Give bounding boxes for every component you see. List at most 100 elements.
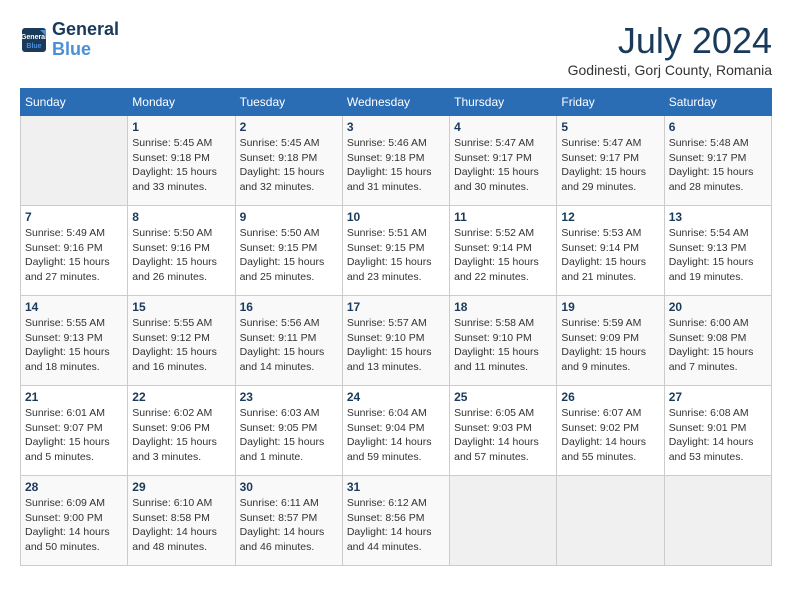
logo-line2: Blue bbox=[52, 40, 119, 60]
day-info: Sunrise: 5:55 AM Sunset: 9:12 PM Dayligh… bbox=[132, 316, 230, 375]
calendar-cell: 6 Sunrise: 5:48 AM Sunset: 9:17 PM Daylig… bbox=[664, 116, 771, 206]
day-info: Sunrise: 5:47 AM Sunset: 9:17 PM Dayligh… bbox=[454, 136, 552, 195]
calendar-cell bbox=[450, 476, 557, 566]
day-number: 25 bbox=[454, 390, 552, 404]
calendar-cell: 13 Sunrise: 5:54 AM Sunset: 9:13 PM Dayli… bbox=[664, 206, 771, 296]
calendar-cell: 26Sunrise: 6:07 AM Sunset: 9:02 PM Dayli… bbox=[557, 386, 664, 476]
calendar-cell: 30 Sunrise: 6:11 AM Sunset: 8:57 PM Dayli… bbox=[235, 476, 342, 566]
calendar-cell bbox=[21, 116, 128, 206]
day-info: Sunrise: 6:01 AM Sunset: 9:07 PM Dayligh… bbox=[25, 406, 123, 465]
day-info: Sunrise: 5:48 AM Sunset: 9:17 PM Dayligh… bbox=[669, 136, 767, 195]
day-number: 12 bbox=[561, 210, 659, 224]
calendar-cell: 12 Sunrise: 5:53 AM Sunset: 9:14 PM Dayli… bbox=[557, 206, 664, 296]
day-number: 3 bbox=[347, 120, 445, 134]
day-info: Sunrise: 5:54 AM Sunset: 9:13 PM Dayligh… bbox=[669, 226, 767, 285]
calendar-cell: 25Sunrise: 6:05 AM Sunset: 9:03 PM Dayli… bbox=[450, 386, 557, 476]
day-number: 11 bbox=[454, 210, 552, 224]
day-number: 16 bbox=[240, 300, 338, 314]
month-title: July 2024 bbox=[568, 20, 772, 62]
day-info: Sunrise: 5:53 AM Sunset: 9:14 PM Dayligh… bbox=[561, 226, 659, 285]
day-number: 4 bbox=[454, 120, 552, 134]
day-number: 6 bbox=[669, 120, 767, 134]
day-number: 30 bbox=[240, 480, 338, 494]
day-info: Sunrise: 5:45 AM Sunset: 9:18 PM Dayligh… bbox=[240, 136, 338, 195]
calendar-cell: 7 Sunrise: 5:49 AM Sunset: 9:16 PM Daylig… bbox=[21, 206, 128, 296]
day-info: Sunrise: 6:08 AM Sunset: 9:01 PM Dayligh… bbox=[669, 406, 767, 465]
calendar-cell bbox=[664, 476, 771, 566]
day-number: 20 bbox=[669, 300, 767, 314]
calendar-cell: 11 Sunrise: 5:52 AM Sunset: 9:14 PM Dayli… bbox=[450, 206, 557, 296]
calendar-week-4: 21 Sunrise: 6:01 AM Sunset: 9:07 PM Dayli… bbox=[21, 386, 772, 476]
day-number: 10 bbox=[347, 210, 445, 224]
day-info: Sunrise: 5:52 AM Sunset: 9:14 PM Dayligh… bbox=[454, 226, 552, 285]
day-number: 27 bbox=[669, 390, 767, 404]
day-info: Sunrise: 6:12 AM Sunset: 8:56 PM Dayligh… bbox=[347, 496, 445, 555]
calendar-cell: 27 Sunrise: 6:08 AM Sunset: 9:01 PM Dayli… bbox=[664, 386, 771, 476]
day-info: Sunrise: 6:09 AM Sunset: 9:00 PM Dayligh… bbox=[25, 496, 123, 555]
day-number: 28 bbox=[25, 480, 123, 494]
day-number: 13 bbox=[669, 210, 767, 224]
day-number: 1 bbox=[132, 120, 230, 134]
day-info: Sunrise: 5:51 AM Sunset: 9:15 PM Dayligh… bbox=[347, 226, 445, 285]
day-info: Sunrise: 5:47 AM Sunset: 9:17 PM Dayligh… bbox=[561, 136, 659, 195]
logo-icon: General Blue bbox=[20, 26, 48, 54]
calendar-cell: 10 Sunrise: 5:51 AM Sunset: 9:15 PM Dayli… bbox=[342, 206, 449, 296]
day-number: 7 bbox=[25, 210, 123, 224]
day-info: Sunrise: 5:58 AM Sunset: 9:10 PM Dayligh… bbox=[454, 316, 552, 375]
day-info: Sunrise: 5:59 AM Sunset: 9:09 PM Dayligh… bbox=[561, 316, 659, 375]
day-info: Sunrise: 5:45 AM Sunset: 9:18 PM Dayligh… bbox=[132, 136, 230, 195]
day-info: Sunrise: 5:49 AM Sunset: 9:16 PM Dayligh… bbox=[25, 226, 123, 285]
calendar-cell: 28 Sunrise: 6:09 AM Sunset: 9:00 PM Dayli… bbox=[21, 476, 128, 566]
calendar-cell: 3 Sunrise: 5:46 AM Sunset: 9:18 PM Daylig… bbox=[342, 116, 449, 206]
calendar-cell: 4 Sunrise: 5:47 AM Sunset: 9:17 PM Daylig… bbox=[450, 116, 557, 206]
calendar-cell: 19Sunrise: 5:59 AM Sunset: 9:09 PM Dayli… bbox=[557, 296, 664, 386]
title-area: July 2024 Godinesti, Gorj County, Romani… bbox=[568, 20, 772, 78]
calendar-cell: 18 Sunrise: 5:58 AM Sunset: 9:10 PM Dayli… bbox=[450, 296, 557, 386]
day-number: 8 bbox=[132, 210, 230, 224]
calendar-cell: 15 Sunrise: 5:55 AM Sunset: 9:12 PM Dayli… bbox=[128, 296, 235, 386]
calendar-week-5: 28 Sunrise: 6:09 AM Sunset: 9:00 PM Dayli… bbox=[21, 476, 772, 566]
day-number: 21 bbox=[25, 390, 123, 404]
day-number: 14 bbox=[25, 300, 123, 314]
weekday-header-sunday: Sunday bbox=[21, 89, 128, 116]
logo-text: General Blue bbox=[52, 20, 119, 60]
day-number: 5 bbox=[561, 120, 659, 134]
day-number: 18 bbox=[454, 300, 552, 314]
day-info: Sunrise: 5:57 AM Sunset: 9:10 PM Dayligh… bbox=[347, 316, 445, 375]
svg-text:Blue: Blue bbox=[26, 43, 41, 50]
calendar-body: 1 Sunrise: 5:45 AM Sunset: 9:18 PM Daylig… bbox=[21, 116, 772, 566]
logo-line1: General bbox=[52, 20, 119, 40]
calendar-cell: 24Sunrise: 6:04 AM Sunset: 9:04 PM Dayli… bbox=[342, 386, 449, 476]
calendar-week-3: 14 Sunrise: 5:55 AM Sunset: 9:13 PM Dayli… bbox=[21, 296, 772, 386]
calendar-week-1: 1 Sunrise: 5:45 AM Sunset: 9:18 PM Daylig… bbox=[21, 116, 772, 206]
day-number: 2 bbox=[240, 120, 338, 134]
weekday-header-tuesday: Tuesday bbox=[235, 89, 342, 116]
calendar-cell: 31 Sunrise: 6:12 AM Sunset: 8:56 PM Dayli… bbox=[342, 476, 449, 566]
weekday-header-monday: Monday bbox=[128, 89, 235, 116]
page-header: General Blue General Blue July 2024 Godi… bbox=[20, 20, 772, 78]
calendar-week-2: 7 Sunrise: 5:49 AM Sunset: 9:16 PM Daylig… bbox=[21, 206, 772, 296]
calendar-cell: 16Sunrise: 5:56 AM Sunset: 9:11 PM Dayli… bbox=[235, 296, 342, 386]
day-number: 23 bbox=[240, 390, 338, 404]
weekday-header-wednesday: Wednesday bbox=[342, 89, 449, 116]
calendar-cell: 1 Sunrise: 5:45 AM Sunset: 9:18 PM Daylig… bbox=[128, 116, 235, 206]
calendar-cell: 17Sunrise: 5:57 AM Sunset: 9:10 PM Dayli… bbox=[342, 296, 449, 386]
calendar-cell: 9Sunrise: 5:50 AM Sunset: 9:15 PM Daylig… bbox=[235, 206, 342, 296]
day-number: 31 bbox=[347, 480, 445, 494]
day-info: Sunrise: 5:50 AM Sunset: 9:15 PM Dayligh… bbox=[240, 226, 338, 285]
calendar-cell bbox=[557, 476, 664, 566]
calendar-cell: 2 Sunrise: 5:45 AM Sunset: 9:18 PM Daylig… bbox=[235, 116, 342, 206]
logo: General Blue General Blue bbox=[20, 20, 119, 60]
day-info: Sunrise: 5:55 AM Sunset: 9:13 PM Dayligh… bbox=[25, 316, 123, 375]
day-info: Sunrise: 6:10 AM Sunset: 8:58 PM Dayligh… bbox=[132, 496, 230, 555]
day-number: 15 bbox=[132, 300, 230, 314]
calendar-cell: 14 Sunrise: 5:55 AM Sunset: 9:13 PM Dayli… bbox=[21, 296, 128, 386]
day-info: Sunrise: 5:46 AM Sunset: 9:18 PM Dayligh… bbox=[347, 136, 445, 195]
calendar-cell: 5 Sunrise: 5:47 AM Sunset: 9:17 PM Daylig… bbox=[557, 116, 664, 206]
calendar-cell: 23Sunrise: 6:03 AM Sunset: 9:05 PM Dayli… bbox=[235, 386, 342, 476]
day-info: Sunrise: 6:11 AM Sunset: 8:57 PM Dayligh… bbox=[240, 496, 338, 555]
calendar-cell: 20 Sunrise: 6:00 AM Sunset: 9:08 PM Dayli… bbox=[664, 296, 771, 386]
day-info: Sunrise: 6:00 AM Sunset: 9:08 PM Dayligh… bbox=[669, 316, 767, 375]
day-info: Sunrise: 6:04 AM Sunset: 9:04 PM Dayligh… bbox=[347, 406, 445, 465]
weekday-header-saturday: Saturday bbox=[664, 89, 771, 116]
